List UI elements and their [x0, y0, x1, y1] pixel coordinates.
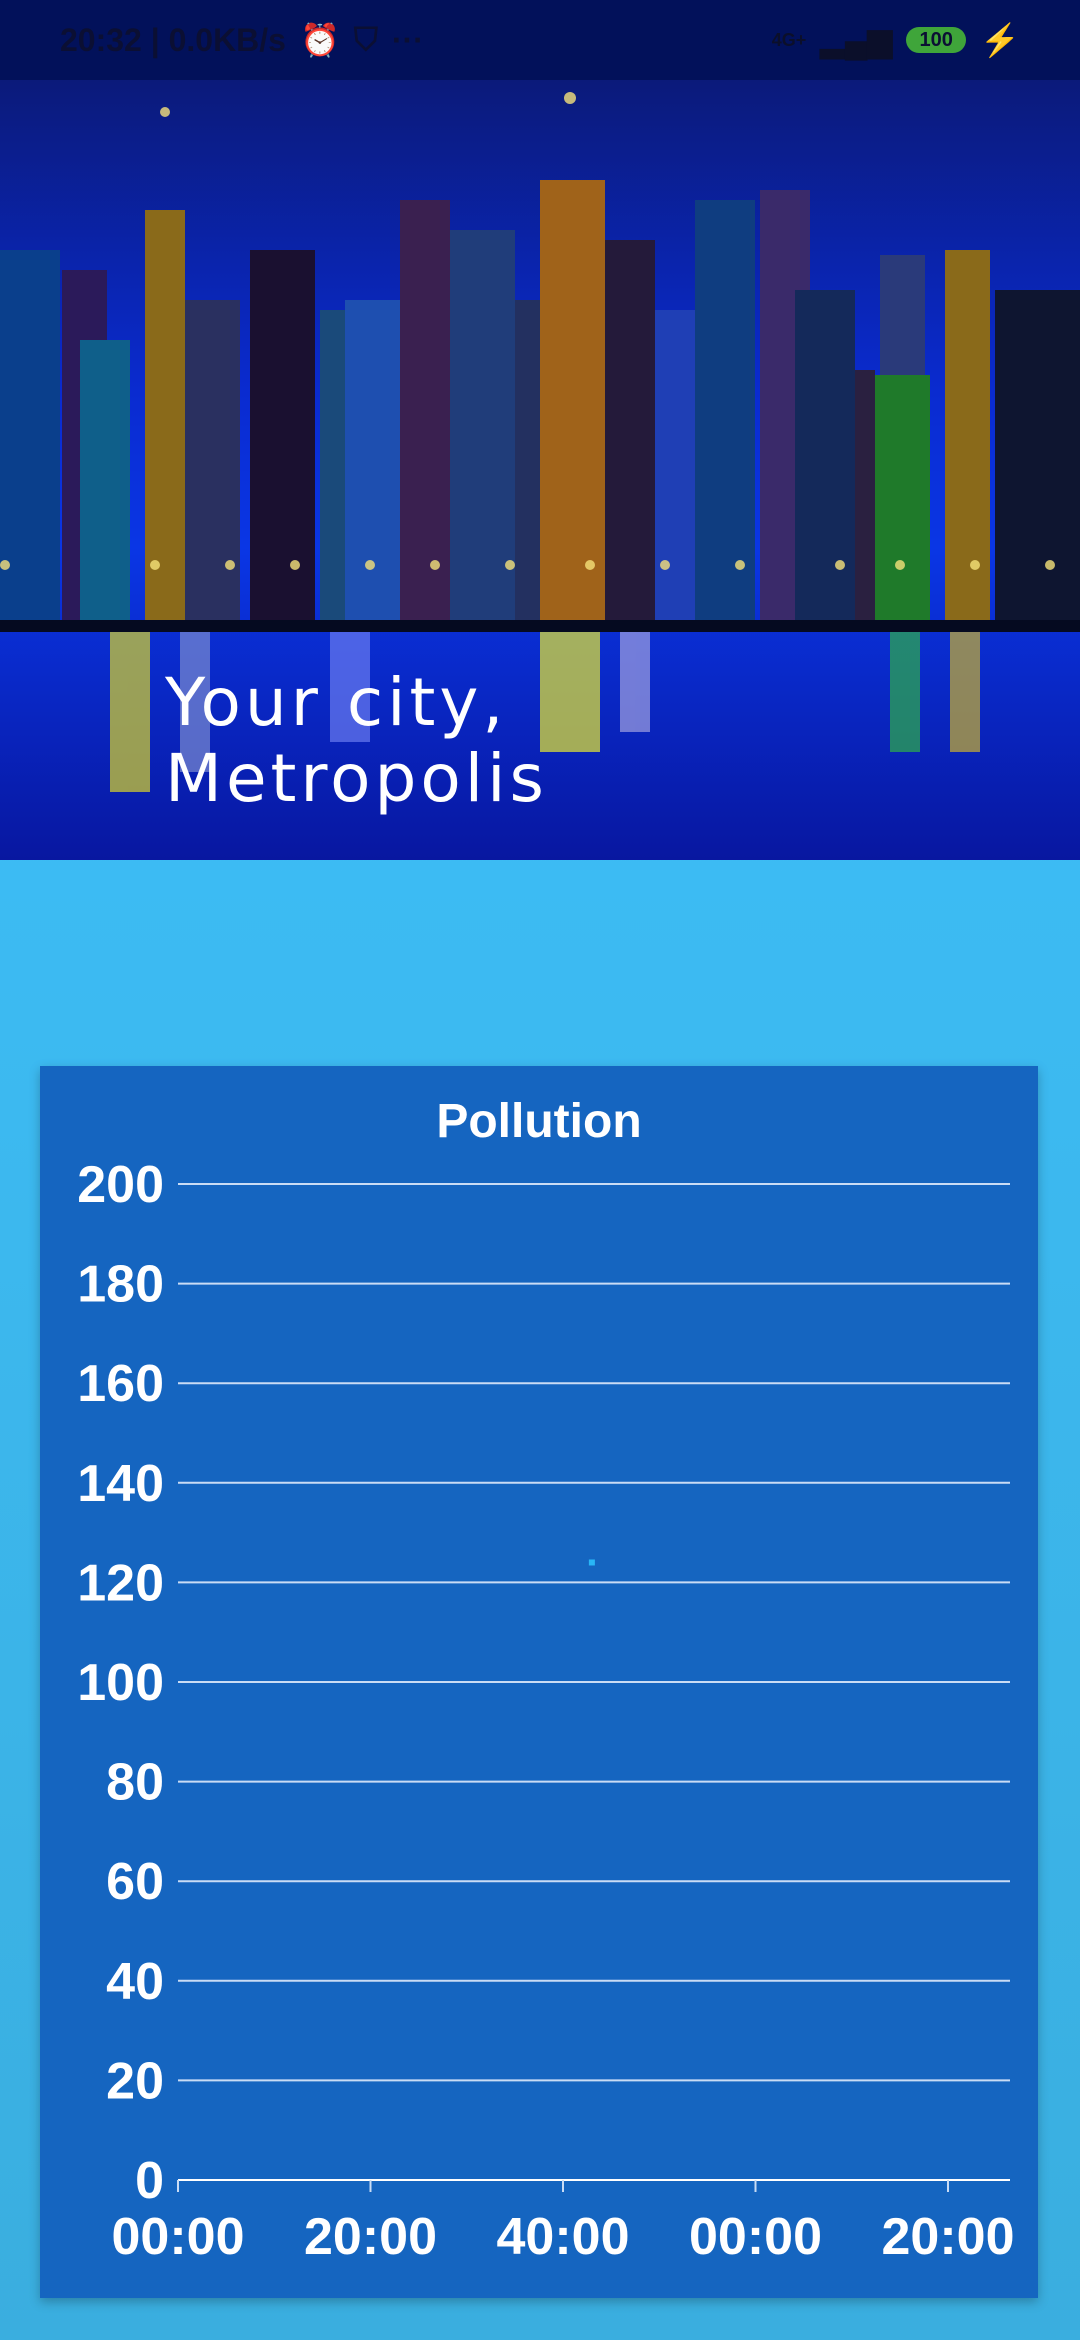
- city-title: Your city, Metropolis: [165, 665, 548, 817]
- more-dots: ···: [391, 21, 424, 58]
- network-label: 4G+: [771, 29, 807, 50]
- signal-icon: ▂▄▆: [820, 22, 893, 58]
- city-title-line2: Metropolis: [165, 740, 548, 817]
- x-tick-label: 00:00: [112, 2208, 245, 2266]
- pollution-chart: 20018016014012010080604020000:00 20:00 40:…: [77, 1156, 1015, 2266]
- x-tick-label: 40:00: [497, 2208, 630, 2266]
- status-right: 4G+ ▂▄▆ 100 ⚡: [772, 21, 1020, 59]
- city-hero-image: Your city, Metropolis: [0, 80, 1080, 860]
- x-tick-label: 20:00: [304, 2208, 437, 2266]
- status-bar: 20:32 | 0.0KB/s ⏰ ⛉ ··· 4G+ ▂▄▆ 100 ⚡: [0, 0, 1080, 80]
- y-tick-label: 200: [77, 1156, 164, 1214]
- battery-level: 100: [919, 28, 953, 51]
- alarm-icon: ⏰: [299, 22, 340, 58]
- data-point: [588, 1559, 595, 1566]
- y-tick-label: 100: [77, 1654, 164, 1712]
- y-tick-label: 60: [106, 1853, 164, 1911]
- y-tick-label: 40: [106, 1953, 164, 2011]
- shield-icon: ⛉: [353, 21, 378, 57]
- x-tick-label: 00:00: [689, 2208, 822, 2266]
- city-title-line1: Your city,: [165, 664, 508, 741]
- y-tick-label: 0: [135, 2152, 164, 2210]
- battery-icon: 100: [906, 27, 967, 53]
- y-tick-label: 20: [106, 2052, 164, 2110]
- status-left: 20:32 | 0.0KB/s ⏰ ⛉ ···: [60, 21, 424, 59]
- y-tick-label: 120: [77, 1554, 164, 1612]
- charging-icon: ⚡: [980, 22, 1020, 58]
- x-tick-label: 20:00: [882, 2208, 1015, 2266]
- y-tick-label: 80: [106, 1754, 164, 1812]
- pollution-chart-card: Pollution 200 180 160 140 120 100 80 60 40 20 0 00:…: [40, 1066, 1038, 2298]
- y-tick-label: 160: [77, 1355, 164, 1413]
- y-tick-label: 180: [77, 1256, 164, 1314]
- y-tick-label: 140: [77, 1455, 164, 1513]
- status-time: 20:32 | 0.0KB/s: [60, 21, 286, 58]
